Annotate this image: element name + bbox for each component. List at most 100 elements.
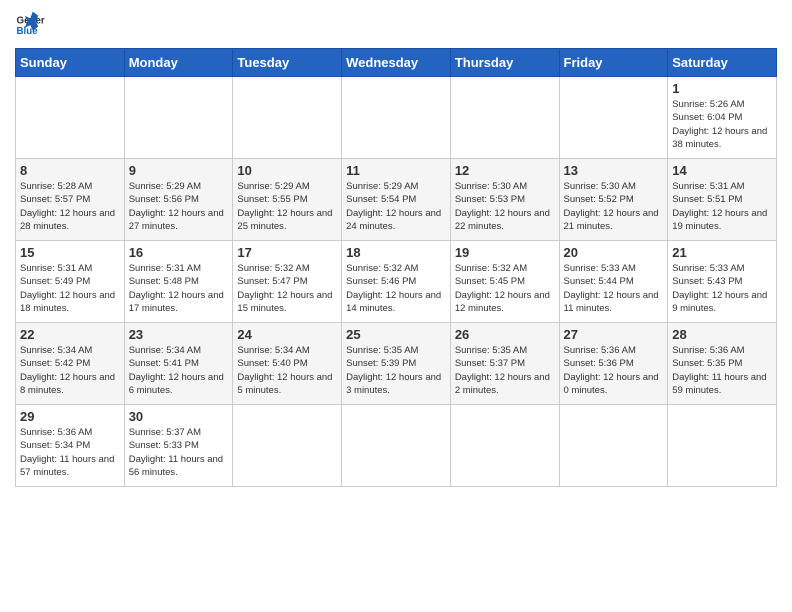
day-info: Sunrise: 5:35 AMSunset: 5:39 PMDaylight:…: [346, 345, 441, 396]
day-cell: 30 Sunrise: 5:37 AMSunset: 5:33 PMDaylig…: [124, 405, 233, 487]
day-number: 30: [129, 409, 229, 424]
day-cell: 22 Sunrise: 5:34 AMSunset: 5:42 PMDaylig…: [16, 323, 125, 405]
day-number: 11: [346, 163, 446, 178]
day-info: Sunrise: 5:33 AMSunset: 5:44 PMDaylight:…: [564, 263, 659, 314]
day-cell: 24 Sunrise: 5:34 AMSunset: 5:40 PMDaylig…: [233, 323, 342, 405]
day-cell: [668, 405, 777, 487]
day-cell: [233, 405, 342, 487]
day-number: 22: [20, 327, 120, 342]
day-cell: 27 Sunrise: 5:36 AMSunset: 5:36 PMDaylig…: [559, 323, 668, 405]
day-number: 12: [455, 163, 555, 178]
day-number: 23: [129, 327, 229, 342]
day-cell: 29 Sunrise: 5:36 AMSunset: 5:34 PMDaylig…: [16, 405, 125, 487]
day-number: 26: [455, 327, 555, 342]
day-number: 27: [564, 327, 664, 342]
calendar-table: SundayMondayTuesdayWednesdayThursdayFrid…: [15, 48, 777, 487]
day-number: 20: [564, 245, 664, 260]
day-cell: 16 Sunrise: 5:31 AMSunset: 5:48 PMDaylig…: [124, 241, 233, 323]
day-info: Sunrise: 5:34 AMSunset: 5:40 PMDaylight:…: [237, 345, 332, 396]
day-number: 29: [20, 409, 120, 424]
day-cell: 19 Sunrise: 5:32 AMSunset: 5:45 PMDaylig…: [450, 241, 559, 323]
day-number: 8: [20, 163, 120, 178]
day-info: Sunrise: 5:28 AMSunset: 5:57 PMDaylight:…: [20, 181, 115, 232]
day-number: 10: [237, 163, 337, 178]
day-info: Sunrise: 5:34 AMSunset: 5:41 PMDaylight:…: [129, 345, 224, 396]
day-cell: 28 Sunrise: 5:36 AMSunset: 5:35 PMDaylig…: [668, 323, 777, 405]
day-cell: 18 Sunrise: 5:32 AMSunset: 5:46 PMDaylig…: [342, 241, 451, 323]
day-cell: 12 Sunrise: 5:30 AMSunset: 5:53 PMDaylig…: [450, 159, 559, 241]
day-cell: 10 Sunrise: 5:29 AMSunset: 5:55 PMDaylig…: [233, 159, 342, 241]
day-number: 1: [672, 81, 772, 96]
day-cell: 15 Sunrise: 5:31 AMSunset: 5:49 PMDaylig…: [16, 241, 125, 323]
day-info: Sunrise: 5:33 AMSunset: 5:43 PMDaylight:…: [672, 263, 767, 314]
day-cell: 17 Sunrise: 5:32 AMSunset: 5:47 PMDaylig…: [233, 241, 342, 323]
day-cell: [342, 77, 451, 159]
day-number: 18: [346, 245, 446, 260]
day-info: Sunrise: 5:34 AMSunset: 5:42 PMDaylight:…: [20, 345, 115, 396]
day-cell: 1 Sunrise: 5:26 AMSunset: 6:04 PMDayligh…: [668, 77, 777, 159]
day-cell: 14 Sunrise: 5:31 AMSunset: 5:51 PMDaylig…: [668, 159, 777, 241]
week-row-3: 15 Sunrise: 5:31 AMSunset: 5:49 PMDaylig…: [16, 241, 777, 323]
day-info: Sunrise: 5:31 AMSunset: 5:51 PMDaylight:…: [672, 181, 767, 232]
week-row-1: 1 Sunrise: 5:26 AMSunset: 6:04 PMDayligh…: [16, 77, 777, 159]
day-cell: 8 Sunrise: 5:28 AMSunset: 5:57 PMDayligh…: [16, 159, 125, 241]
day-info: Sunrise: 5:36 AMSunset: 5:36 PMDaylight:…: [564, 345, 659, 396]
day-number: 19: [455, 245, 555, 260]
day-cell: 20 Sunrise: 5:33 AMSunset: 5:44 PMDaylig…: [559, 241, 668, 323]
day-info: Sunrise: 5:32 AMSunset: 5:45 PMDaylight:…: [455, 263, 550, 314]
day-info: Sunrise: 5:32 AMSunset: 5:46 PMDaylight:…: [346, 263, 441, 314]
day-number: 14: [672, 163, 772, 178]
day-cell: [16, 77, 125, 159]
header-row: SundayMondayTuesdayWednesdayThursdayFrid…: [16, 49, 777, 77]
col-header-sunday: Sunday: [16, 49, 125, 77]
day-number: 24: [237, 327, 337, 342]
day-number: 13: [564, 163, 664, 178]
day-cell: 21 Sunrise: 5:33 AMSunset: 5:43 PMDaylig…: [668, 241, 777, 323]
day-cell: 13 Sunrise: 5:30 AMSunset: 5:52 PMDaylig…: [559, 159, 668, 241]
day-info: Sunrise: 5:29 AMSunset: 5:54 PMDaylight:…: [346, 181, 441, 232]
day-info: Sunrise: 5:36 AMSunset: 5:35 PMDaylight:…: [672, 345, 766, 396]
day-cell: 26 Sunrise: 5:35 AMSunset: 5:37 PMDaylig…: [450, 323, 559, 405]
day-info: Sunrise: 5:29 AMSunset: 5:55 PMDaylight:…: [237, 181, 332, 232]
day-info: Sunrise: 5:30 AMSunset: 5:52 PMDaylight:…: [564, 181, 659, 232]
day-cell: 11 Sunrise: 5:29 AMSunset: 5:54 PMDaylig…: [342, 159, 451, 241]
day-info: Sunrise: 5:29 AMSunset: 5:56 PMDaylight:…: [129, 181, 224, 232]
day-info: Sunrise: 5:31 AMSunset: 5:49 PMDaylight:…: [20, 263, 115, 314]
week-row-4: 22 Sunrise: 5:34 AMSunset: 5:42 PMDaylig…: [16, 323, 777, 405]
logo: General Blue: [15, 10, 49, 40]
day-cell: [124, 77, 233, 159]
week-row-2: 8 Sunrise: 5:28 AMSunset: 5:57 PMDayligh…: [16, 159, 777, 241]
logo-svg: General Blue: [15, 10, 45, 40]
week-row-5: 29 Sunrise: 5:36 AMSunset: 5:34 PMDaylig…: [16, 405, 777, 487]
main-container: General Blue SundayMondayTuesdayWednesda…: [0, 0, 792, 497]
day-cell: 25 Sunrise: 5:35 AMSunset: 5:39 PMDaylig…: [342, 323, 451, 405]
day-cell: [450, 405, 559, 487]
col-header-tuesday: Tuesday: [233, 49, 342, 77]
day-cell: [233, 77, 342, 159]
day-cell: [559, 77, 668, 159]
col-header-monday: Monday: [124, 49, 233, 77]
day-info: Sunrise: 5:36 AMSunset: 5:34 PMDaylight:…: [20, 427, 114, 478]
day-cell: [342, 405, 451, 487]
col-header-saturday: Saturday: [668, 49, 777, 77]
day-number: 16: [129, 245, 229, 260]
day-number: 28: [672, 327, 772, 342]
day-info: Sunrise: 5:30 AMSunset: 5:53 PMDaylight:…: [455, 181, 550, 232]
day-info: Sunrise: 5:26 AMSunset: 6:04 PMDaylight:…: [672, 99, 767, 150]
day-number: 17: [237, 245, 337, 260]
day-cell: [559, 405, 668, 487]
day-info: Sunrise: 5:35 AMSunset: 5:37 PMDaylight:…: [455, 345, 550, 396]
day-info: Sunrise: 5:37 AMSunset: 5:33 PMDaylight:…: [129, 427, 223, 478]
day-cell: 9 Sunrise: 5:29 AMSunset: 5:56 PMDayligh…: [124, 159, 233, 241]
day-info: Sunrise: 5:32 AMSunset: 5:47 PMDaylight:…: [237, 263, 332, 314]
day-info: Sunrise: 5:31 AMSunset: 5:48 PMDaylight:…: [129, 263, 224, 314]
day-number: 15: [20, 245, 120, 260]
header: General Blue: [15, 10, 777, 40]
col-header-wednesday: Wednesday: [342, 49, 451, 77]
day-number: 21: [672, 245, 772, 260]
day-number: 25: [346, 327, 446, 342]
col-header-thursday: Thursday: [450, 49, 559, 77]
col-header-friday: Friday: [559, 49, 668, 77]
day-cell: [450, 77, 559, 159]
day-cell: 23 Sunrise: 5:34 AMSunset: 5:41 PMDaylig…: [124, 323, 233, 405]
